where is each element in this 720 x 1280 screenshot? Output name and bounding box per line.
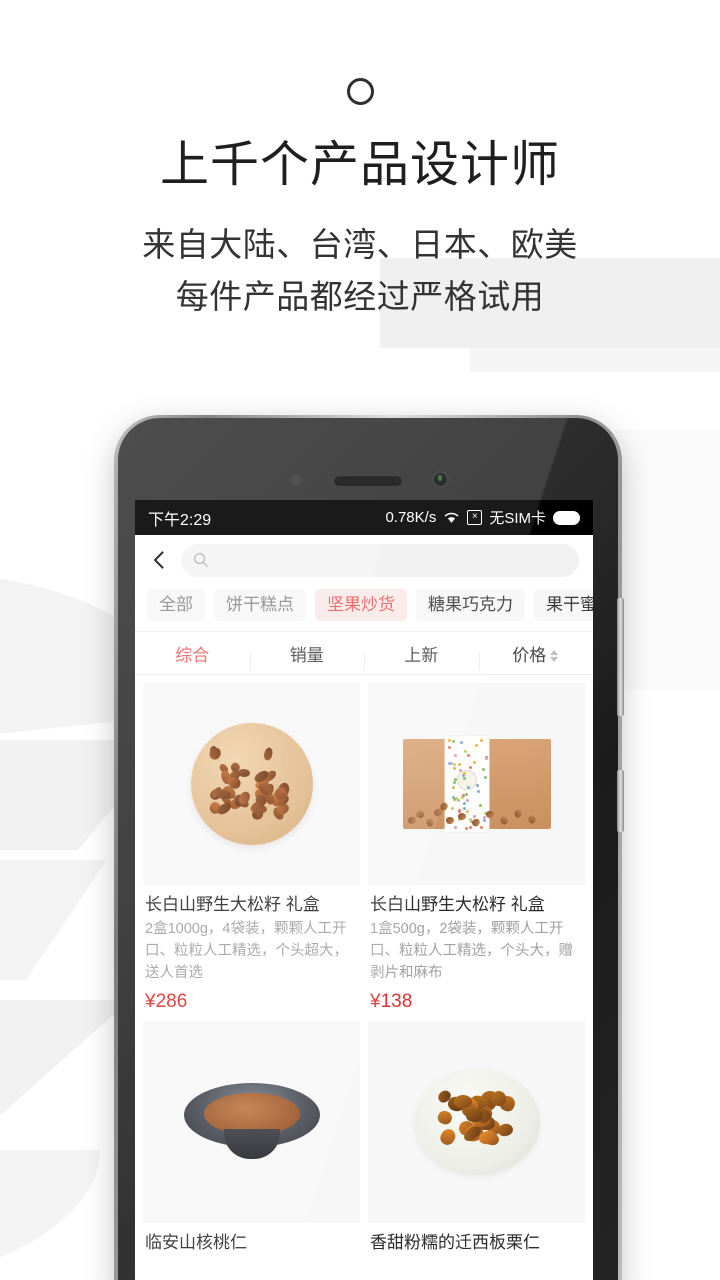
dark-ceramic-bowl-shape [183, 1082, 320, 1169]
product-name: 长白山野生大松籽 礼盒 [370, 895, 545, 914]
wifi-icon [443, 511, 460, 524]
promo-subline-2: 每件产品都经过严格试用 [175, 277, 545, 315]
front-camera-icon [432, 471, 449, 488]
network-speed: 0.78K/s [385, 509, 437, 526]
product-grid: 长白山野生大松籽 礼盒 2盒1000g，4袋装，颗颗人工开口、粒粒人工精选，个头… [135, 675, 593, 1265]
volume-rocker-button[interactable] [617, 598, 624, 716]
product-image-gift-box [368, 683, 585, 885]
tab-comprehensive[interactable]: 综合 [135, 641, 250, 666]
category-chip-list[interactable]: 全部 饼干糕点 坚果炒货 糖果巧克力 果干蜜饯 [135, 585, 593, 631]
category-chip-nuts[interactable]: 坚果炒货 [315, 589, 407, 621]
sim-status: 无SIM卡 [489, 510, 546, 527]
power-button[interactable] [617, 770, 624, 832]
earpiece-speaker-icon [334, 475, 402, 486]
product-desc: 1盒500g，2袋装，颗颗人工开口、粒粒人工精选，个头大，赠剥片和麻布 [370, 921, 573, 981]
promo-subline-1: 来自大陆、台湾、日本、欧美 [142, 225, 578, 263]
category-chip-candy[interactable]: 糖果巧克力 [416, 589, 525, 621]
product-name: 长白山野生大松籽 礼盒 [145, 895, 320, 914]
pine-nuts-shape [207, 746, 295, 822]
app-bar [135, 535, 593, 585]
tab-price[interactable]: 价格 [478, 641, 594, 670]
product-name: 临安山核桃仁 [145, 1232, 247, 1252]
sort-tab-bar[interactable]: 综合 销量 上新 价格 [135, 631, 593, 675]
category-chip-all[interactable]: 全部 [147, 589, 205, 621]
search-icon [193, 552, 209, 568]
page-title: 上千个产品设计师 [159, 138, 560, 192]
sort-arrows-icon [550, 649, 559, 663]
tab-sales[interactable]: 销量 [249, 641, 365, 670]
status-time: 下午2:29 [148, 511, 212, 529]
tab-price-label: 价格 [512, 645, 547, 665]
phone-mockup: 下午2:29 0.78K/s × 无SIM卡 全部 饼干糕点 坚果炒货 糖果巧克… [114, 415, 624, 1280]
bg-shape-left-5 [0, 1150, 100, 1280]
product-name: 香甜粉糯的迁西板栗仁 [370, 1232, 540, 1252]
product-image-chestnuts [368, 1020, 585, 1223]
tab-new[interactable]: 上新 [364, 641, 479, 670]
gift-box-shape [402, 736, 551, 832]
product-card[interactable]: 长白山野生大松籽 礼盒 1盒500g，2袋装，颗颗人工开口、粒粒人工精选，个头大… [368, 683, 585, 1013]
product-image-walnut-kernels [143, 1020, 360, 1223]
promo-header: 上千个产品设计师 来自大陆、台湾、日本、欧美 每件产品都经过严格试用 [0, 0, 720, 321]
bg-band-top-right-secondary [470, 348, 720, 372]
status-indicators: 0.78K/s × 无SIM卡 [385, 507, 580, 528]
bowl-foot [223, 1128, 280, 1159]
product-price: ¥286 [145, 990, 188, 1012]
back-chevron-icon[interactable] [147, 548, 171, 572]
circle-ring-icon [346, 78, 374, 105]
product-desc: 2盒1000g，4袋装，颗颗人工开口、粒粒人工精选，个头超大，送人首选 [145, 921, 348, 981]
category-chip-biscuits[interactable]: 饼干糕点 [214, 589, 306, 621]
no-signal-x-icon: × [467, 510, 483, 525]
product-card[interactable]: 长白山野生大松籽 礼盒 2盒1000g，4袋装，颗颗人工开口、粒粒人工精选，个头… [143, 683, 360, 1013]
search-input[interactable] [181, 543, 579, 577]
product-price: ¥138 [370, 990, 413, 1012]
product-image-pine-nuts [143, 683, 360, 885]
battery-full-icon [553, 510, 580, 525]
proximity-sensor-icon [290, 474, 302, 486]
chestnuts-shape [435, 1087, 517, 1153]
status-bar: 下午2:29 0.78K/s × 无SIM卡 [135, 500, 593, 535]
bg-shape-left-4 [0, 1000, 130, 1120]
product-card[interactable]: 香甜粉糯的迁西板栗仁 [368, 1020, 585, 1257]
phone-screen: 下午2:29 0.78K/s × 无SIM卡 全部 饼干糕点 坚果炒货 糖果巧克… [135, 500, 593, 1280]
page-root: 上千个产品设计师 来自大陆、台湾、日本、欧美 每件产品都经过严格试用 下午2:2… [0, 0, 720, 1280]
category-chip-dried-fruit[interactable]: 果干蜜饯 [534, 589, 593, 621]
product-card[interactable]: 临安山核桃仁 [143, 1020, 360, 1257]
